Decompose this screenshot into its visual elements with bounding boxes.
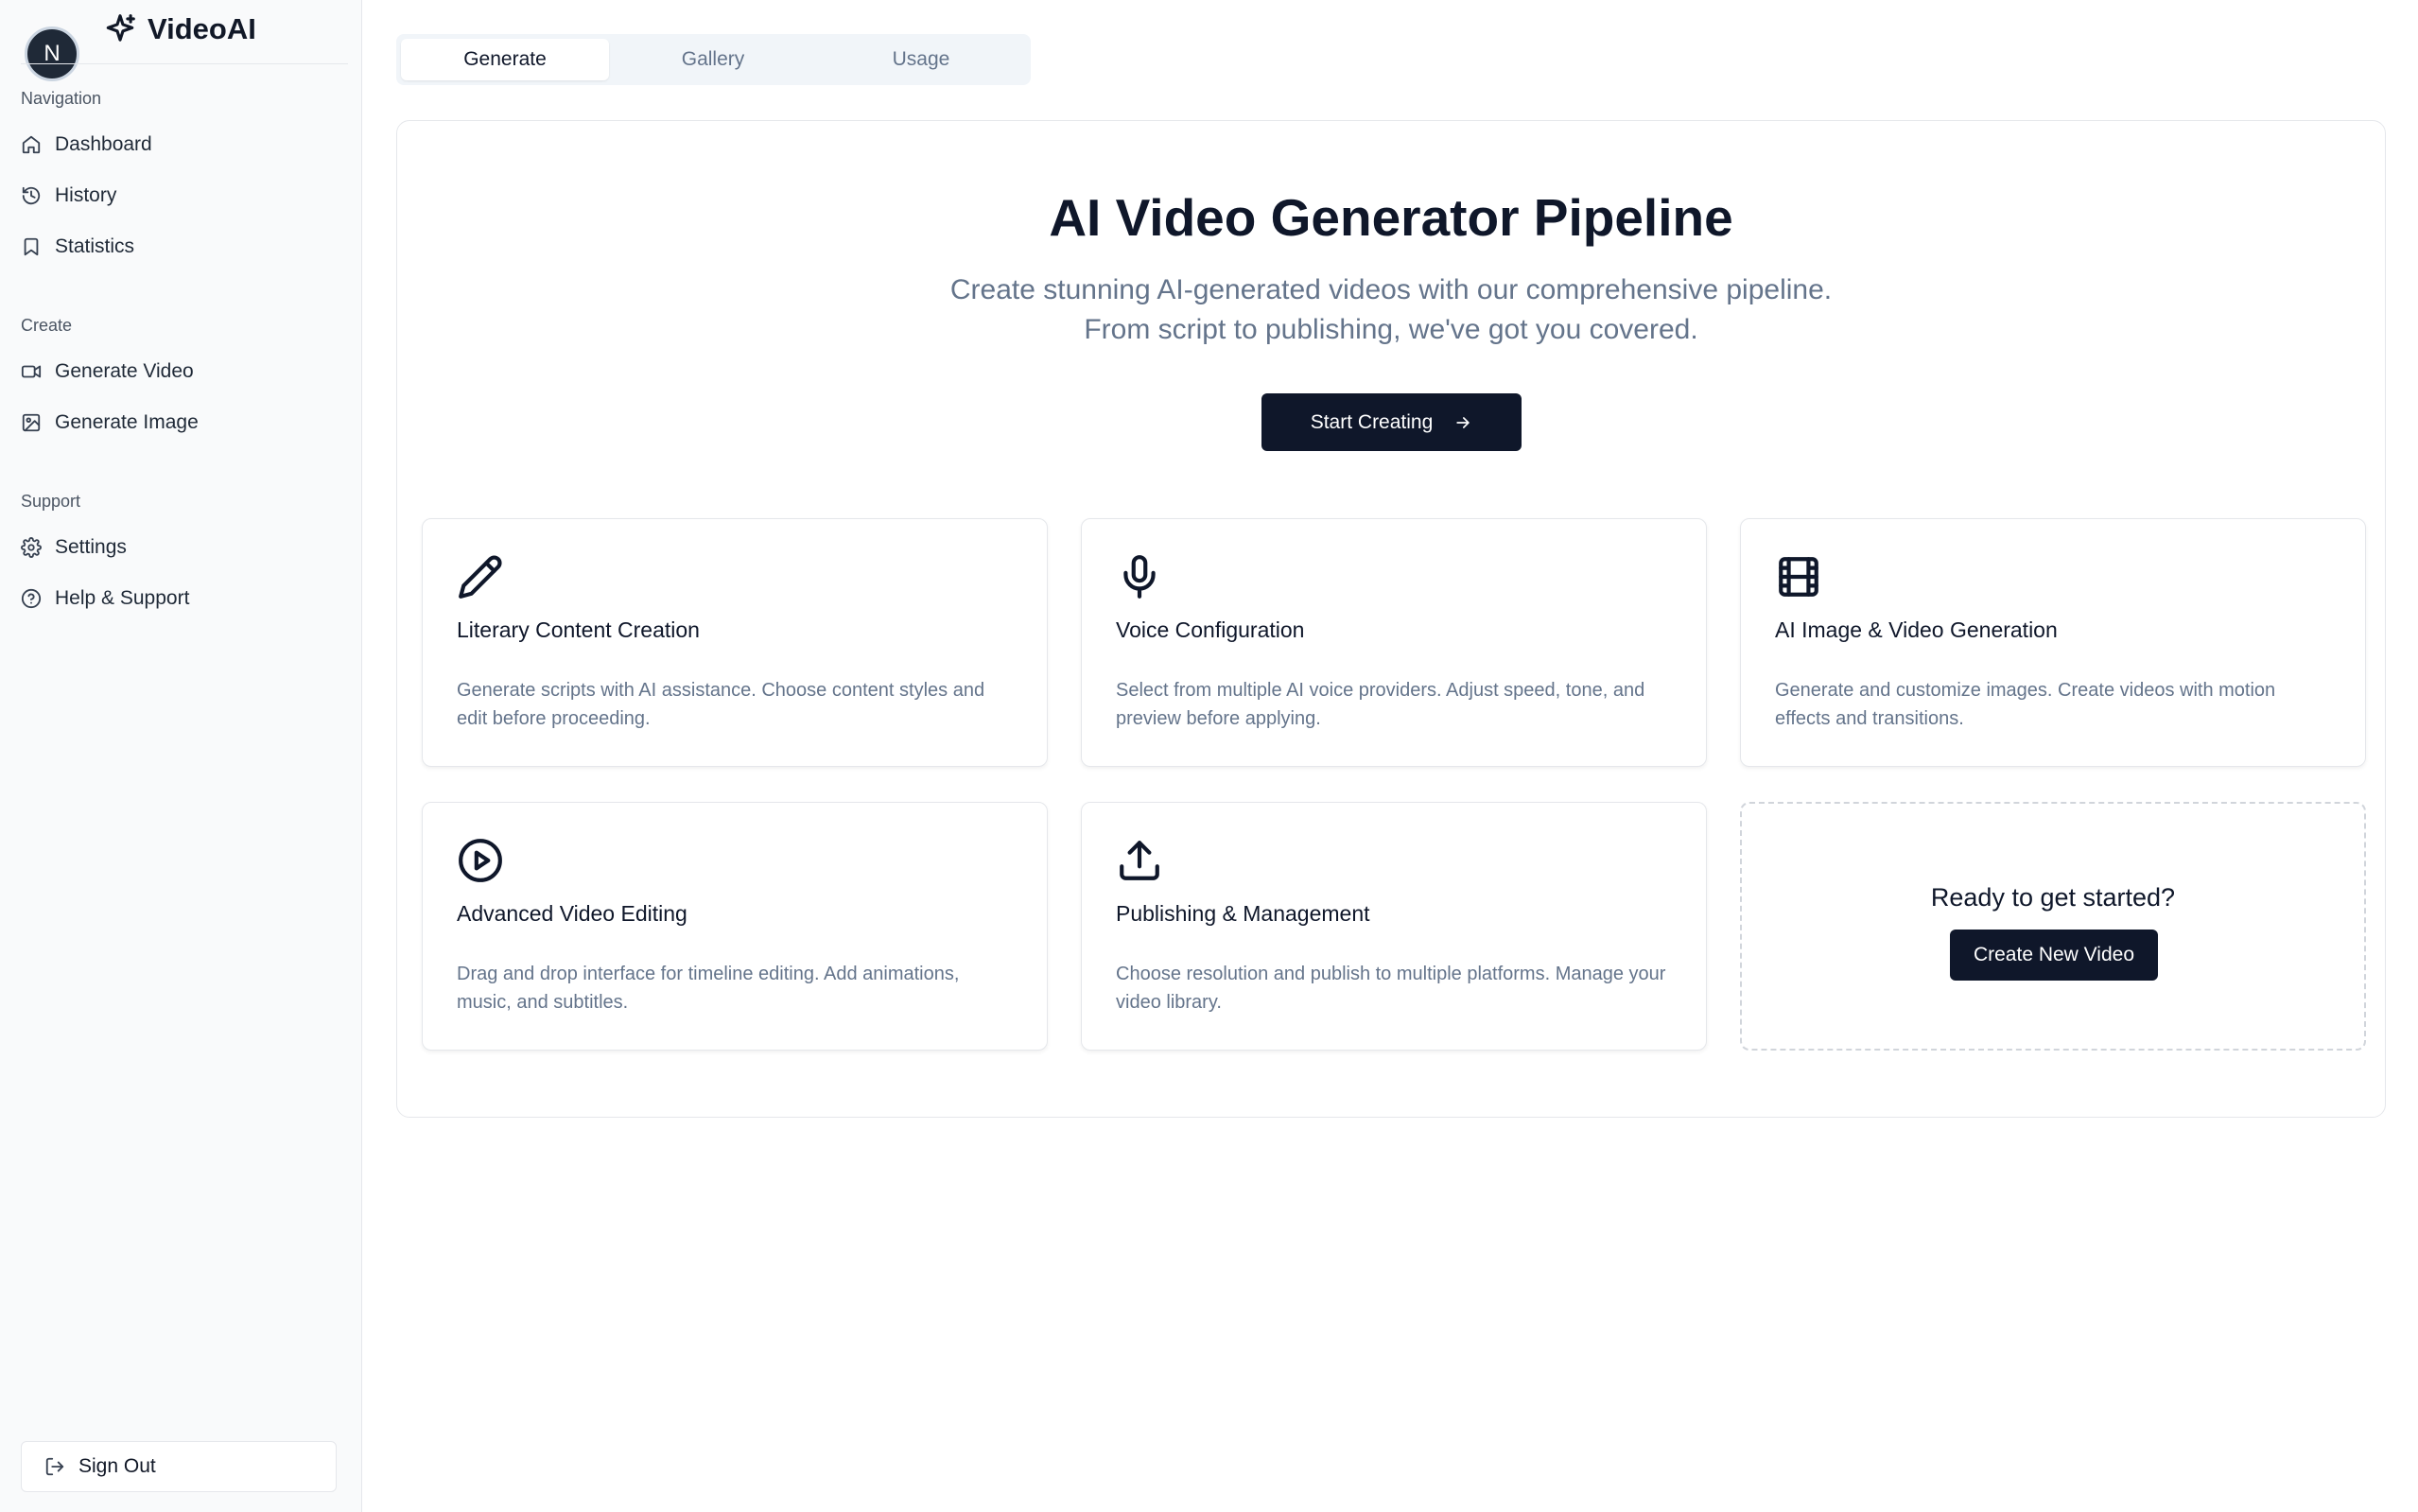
feature-title: Literary Content Creation xyxy=(457,617,700,642)
play-circle-icon xyxy=(459,839,502,882)
feature-description: Generate and customize images. Create vi… xyxy=(1775,680,2276,729)
tab-bar: Generate Gallery Usage xyxy=(396,34,1031,85)
feature-title: Publishing & Management xyxy=(1116,901,1370,926)
upload-icon xyxy=(1120,841,1159,880)
sidebar-item-settings[interactable]: Settings xyxy=(21,536,127,559)
sidebar-item-dashboard[interactable]: Dashboard xyxy=(21,133,152,156)
divider xyxy=(21,63,348,64)
image-icon xyxy=(22,413,41,432)
tab-gallery[interactable]: Gallery xyxy=(609,39,817,80)
sidebar-item-label: Generate Image xyxy=(55,411,199,433)
hero-subtitle-line2: From script to publishing, we've got you… xyxy=(1084,314,1698,345)
feature-card-image-video[interactable]: AI Image & Video Generation Generate and… xyxy=(1740,518,2366,767)
gear-icon xyxy=(21,537,42,558)
sidebar: N VideoAI Navigation Dashboard History S… xyxy=(0,0,362,1512)
video-icon xyxy=(21,365,42,378)
home-icon xyxy=(22,135,41,154)
sidebar-item-generate-video[interactable]: Generate Video xyxy=(21,360,194,383)
create-new-video-button[interactable]: Create New Video xyxy=(1950,930,2158,981)
feature-description: Select from multiple AI voice providers.… xyxy=(1116,680,1645,729)
sidebar-item-label: Settings xyxy=(55,536,127,558)
feature-card-literary[interactable]: Literary Content Creation Generate scrip… xyxy=(422,518,1048,767)
sidebar-item-label: Generate Video xyxy=(55,360,194,382)
help-circle-icon xyxy=(21,588,42,609)
sidebar-item-label: History xyxy=(55,184,117,206)
get-started-card: Ready to get started? Create New Video xyxy=(1740,802,2366,1051)
feature-card-voice[interactable]: Voice Configuration Select from multiple… xyxy=(1081,518,1707,767)
history-icon xyxy=(22,186,41,205)
brand-logo[interactable]: VideoAI xyxy=(102,11,256,47)
tab-generate[interactable]: Generate xyxy=(401,39,609,80)
sidebar-item-label: Help & Support xyxy=(55,587,190,609)
sidebar-item-label: Statistics xyxy=(55,235,135,257)
get-started-title: Ready to get started? xyxy=(1930,883,2176,912)
film-icon xyxy=(1779,557,1818,597)
sidebar-item-statistics[interactable]: Statistics xyxy=(21,235,134,258)
main-card: AI Video Generator Pipeline Create stunn… xyxy=(396,120,2386,1118)
avatar[interactable]: N xyxy=(25,26,79,81)
hero-subtitle-line1: Create stunning AI-generated videos with… xyxy=(949,274,1833,305)
feature-description: Choose resolution and publish to multipl… xyxy=(1116,964,1666,1013)
page-title: AI Video Generator Pipeline xyxy=(1049,188,1733,247)
sign-out-button[interactable]: Sign Out xyxy=(21,1441,337,1492)
section-label-support: Support xyxy=(21,492,81,511)
sidebar-item-help[interactable]: Help & Support xyxy=(21,587,189,610)
log-out-icon xyxy=(45,1457,64,1476)
feature-description: Generate scripts with AI assistance. Cho… xyxy=(457,680,985,729)
tab-usage[interactable]: Usage xyxy=(817,39,1025,80)
arrow-right-icon xyxy=(1456,416,1470,428)
hero-subtitle: Create stunning AI-generated videos with… xyxy=(397,270,2385,350)
sidebar-item-history[interactable]: History xyxy=(21,184,116,207)
feature-card-editing[interactable]: Advanced Video Editing Drag and drop int… xyxy=(422,802,1048,1051)
sidebar-item-label: Dashboard xyxy=(55,133,152,155)
feature-description: Drag and drop interface for timeline edi… xyxy=(457,964,960,1013)
sidebar-item-generate-image[interactable]: Generate Image xyxy=(21,411,199,434)
section-label-create: Create xyxy=(21,316,73,335)
feature-card-publishing[interactable]: Publishing & Management Choose resolutio… xyxy=(1081,802,1707,1051)
brand-name: VideoAI xyxy=(148,12,256,45)
feature-title: Advanced Video Editing xyxy=(457,901,687,926)
bookmark-icon xyxy=(24,237,39,256)
feature-title: AI Image & Video Generation xyxy=(1775,617,2058,642)
start-creating-button[interactable]: Start Creating xyxy=(1261,393,1522,451)
sparkles-icon xyxy=(106,14,135,42)
pencil-icon xyxy=(459,555,502,599)
section-label-navigation: Navigation xyxy=(21,89,102,108)
start-creating-label: Start Creating xyxy=(1310,410,1434,433)
mic-icon xyxy=(1123,555,1156,599)
sign-out-label: Sign Out xyxy=(78,1455,156,1477)
feature-title: Voice Configuration xyxy=(1116,617,1305,642)
